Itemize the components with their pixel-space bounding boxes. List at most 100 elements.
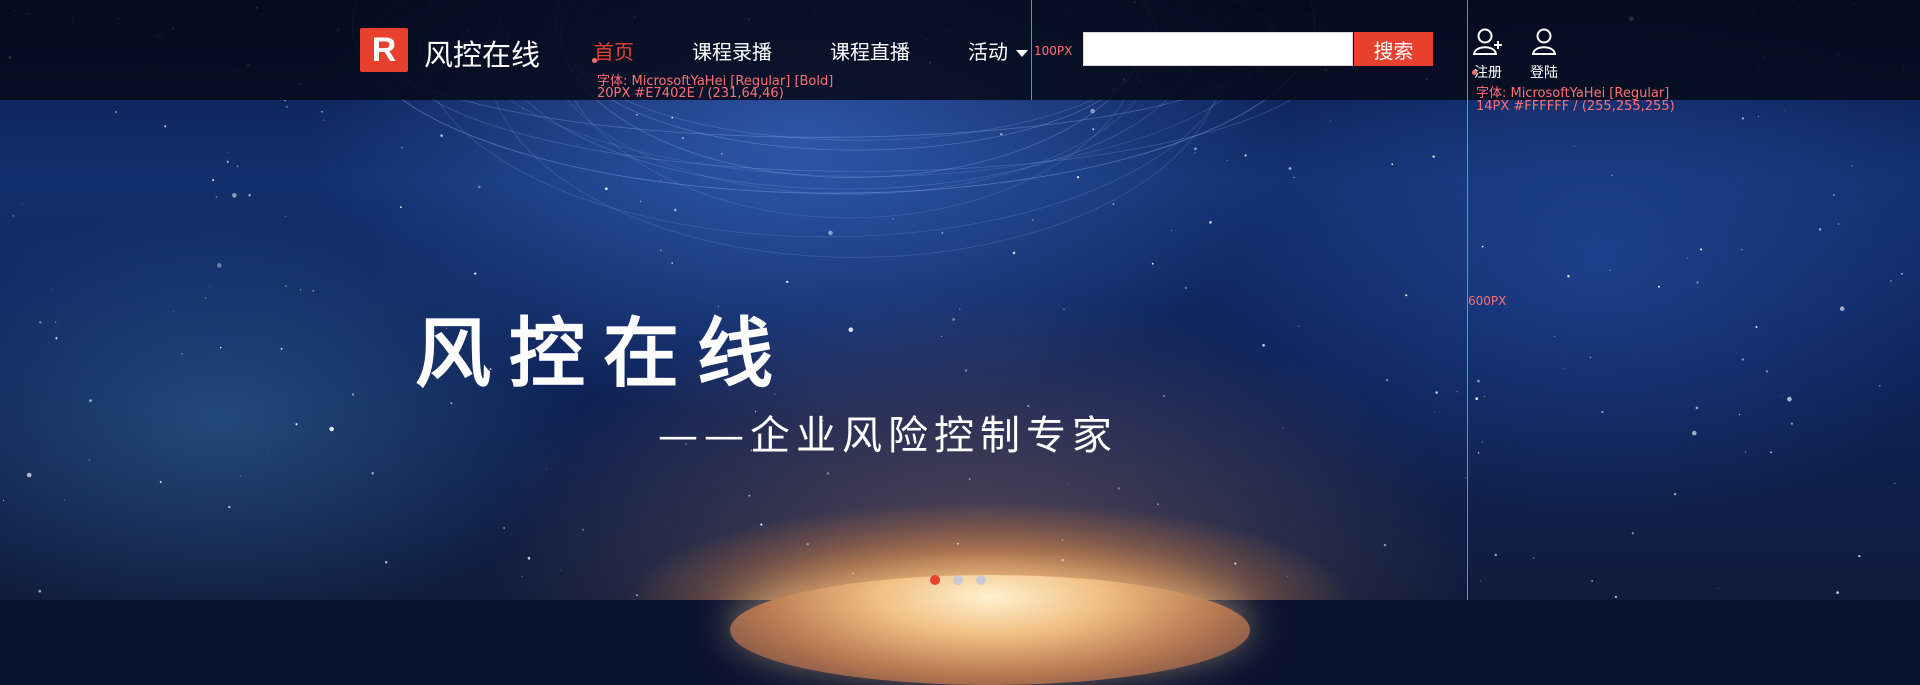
star	[321, 110, 323, 113]
star	[1494, 553, 1497, 557]
star	[1194, 147, 1197, 151]
star	[1757, 115, 1759, 117]
nav-activities[interactable]: 活动	[968, 36, 1028, 66]
star	[1699, 248, 1703, 251]
star	[1837, 223, 1840, 225]
star	[1477, 452, 1480, 454]
star	[1839, 306, 1845, 312]
star	[959, 308, 961, 310]
star	[1601, 411, 1604, 414]
star	[1851, 165, 1853, 167]
star	[1330, 120, 1332, 122]
annotation-user-font-2: 14PX #FFFFFF / (255,255,255)	[1476, 99, 1675, 114]
star	[232, 193, 237, 198]
annotation-600px: 600PX	[1468, 294, 1507, 308]
star	[164, 125, 167, 128]
star	[639, 200, 642, 203]
star	[681, 137, 685, 140]
star	[1405, 294, 1408, 297]
star	[474, 272, 477, 275]
star	[312, 290, 314, 292]
star	[1755, 326, 1758, 328]
star	[1890, 280, 1892, 282]
star	[974, 527, 976, 529]
star	[721, 153, 723, 155]
star	[545, 468, 547, 470]
star	[323, 119, 325, 121]
star	[527, 556, 531, 560]
star	[1435, 391, 1438, 394]
star	[1609, 269, 1611, 271]
star	[54, 321, 57, 323]
star	[1031, 218, 1034, 221]
star	[209, 286, 210, 288]
star	[26, 472, 32, 478]
annotation-marker-nav	[592, 58, 597, 63]
carousel-dot-2[interactable]	[953, 575, 963, 585]
star	[1770, 451, 1772, 454]
login-button[interactable]: 登陆	[1524, 26, 1564, 82]
star	[1741, 117, 1745, 120]
star	[1157, 503, 1159, 505]
star	[659, 249, 662, 252]
site-logo-text[interactable]: 风控在线	[424, 32, 540, 74]
star	[1092, 128, 1095, 131]
star	[1432, 155, 1435, 158]
star	[1477, 379, 1480, 383]
star	[212, 179, 215, 182]
star	[50, 288, 53, 290]
star	[828, 230, 833, 236]
star	[581, 528, 584, 531]
search-input[interactable]	[1083, 32, 1353, 66]
star	[228, 151, 230, 153]
star	[440, 497, 442, 499]
logo-icon[interactable]: R	[360, 28, 408, 72]
star	[1563, 368, 1565, 369]
nav-home[interactable]: 首页	[594, 36, 634, 66]
star	[521, 575, 523, 577]
star	[228, 505, 231, 509]
nav-activities-label: 活动	[968, 40, 1008, 64]
star	[636, 594, 638, 596]
star	[1262, 344, 1265, 347]
star	[1209, 221, 1212, 224]
star	[286, 106, 288, 108]
star	[1481, 245, 1484, 248]
star	[1481, 441, 1483, 443]
nav-course-recording[interactable]: 课程录播	[692, 36, 772, 66]
annotation-marker-user	[1472, 70, 1477, 75]
star	[1061, 558, 1065, 562]
star	[1117, 487, 1120, 490]
star	[473, 452, 475, 454]
star	[267, 450, 269, 452]
star	[1696, 281, 1699, 284]
star	[1391, 163, 1394, 166]
search-button[interactable]: 搜索	[1354, 32, 1433, 66]
nav-course-live[interactable]: 课程直播	[830, 36, 910, 66]
star	[503, 527, 506, 529]
star	[748, 494, 751, 497]
star	[1076, 176, 1080, 179]
star	[659, 179, 662, 182]
star	[1781, 394, 1783, 396]
star	[64, 499, 66, 501]
banner-title: 风控在线	[415, 309, 791, 398]
star	[892, 217, 894, 220]
star	[1833, 194, 1835, 196]
star	[385, 561, 388, 564]
carousel-dot-1[interactable]	[930, 575, 940, 585]
star	[1784, 110, 1785, 112]
star	[1695, 406, 1699, 410]
star	[806, 543, 809, 546]
star	[173, 311, 174, 313]
star	[215, 196, 218, 198]
star	[239, 475, 241, 477]
star	[1286, 576, 1288, 577]
star	[560, 569, 562, 571]
star	[1673, 492, 1677, 496]
star	[1288, 167, 1292, 170]
carousel-dot-3[interactable]	[976, 575, 986, 585]
star	[440, 134, 443, 137]
star	[957, 543, 959, 545]
star	[1383, 543, 1387, 547]
